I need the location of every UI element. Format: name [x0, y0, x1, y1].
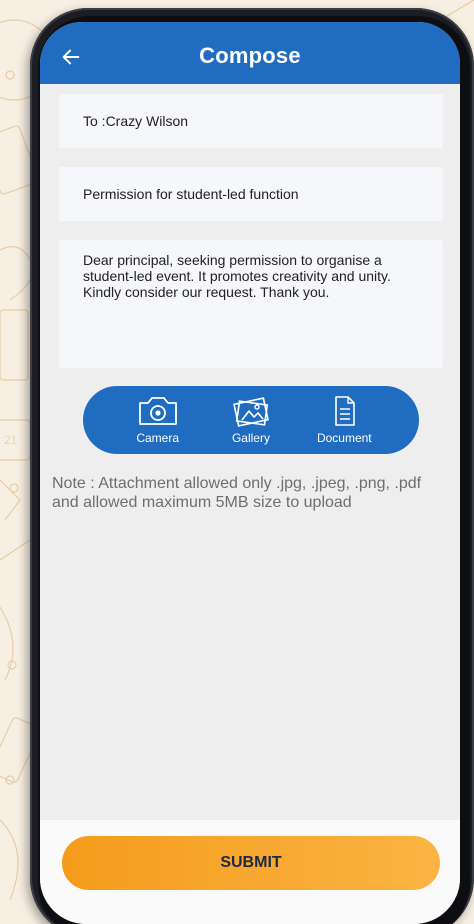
app-bar: Compose — [40, 22, 460, 84]
back-button[interactable] — [56, 42, 86, 72]
document-label: Document — [316, 431, 372, 445]
document-icon — [335, 396, 356, 426]
attachment-bar: Camera Gallery Document — [83, 386, 419, 454]
arrow-left-icon — [62, 49, 80, 65]
message-body-field[interactable]: Dear principal, seeking permission to or… — [59, 240, 443, 368]
gallery-label: Gallery — [231, 431, 270, 445]
camera-button[interactable]: Camera — [118, 395, 198, 445]
camera-icon — [138, 397, 177, 425]
svg-text:21: 21 — [4, 433, 18, 447]
to-field[interactable]: To :Crazy Wilson — [59, 94, 443, 148]
gallery-button[interactable]: Gallery — [211, 395, 291, 445]
attachment-note: Note : Attachment allowed only .jpg, .jp… — [52, 475, 422, 511]
app-screen: Compose To :Crazy Wilson Permission for … — [40, 22, 460, 924]
submit-button[interactable]: SUBMIT — [62, 836, 440, 890]
document-button[interactable]: Document — [304, 395, 384, 445]
subject-field[interactable]: Permission for student-led function — [59, 167, 443, 221]
camera-label: Camera — [136, 431, 179, 445]
gallery-icon — [233, 397, 269, 427]
page-title: Compose — [199, 43, 301, 68]
